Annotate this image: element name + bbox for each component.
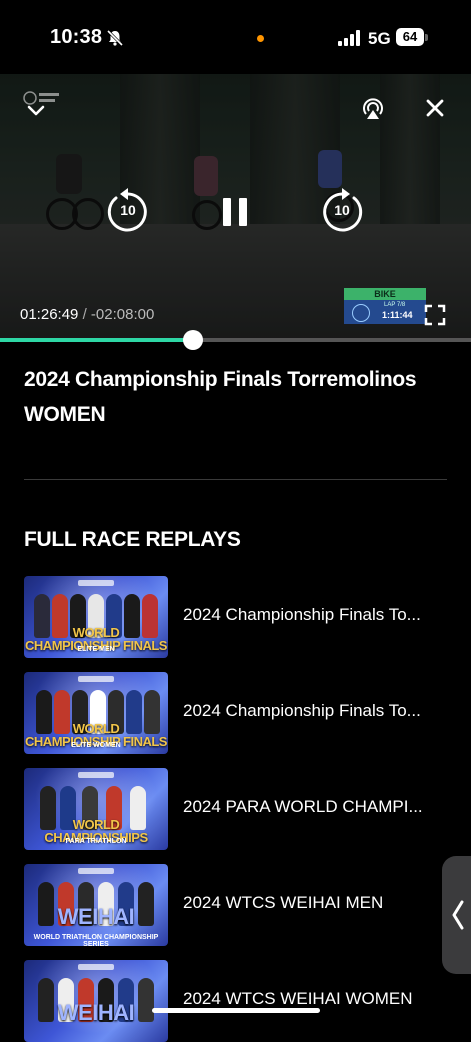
home-indicator[interactable] — [152, 1008, 320, 1013]
signal-icon — [338, 30, 360, 46]
thumbnail-subtitle: WORLD TRIATHLON CHAMPIONSHIP SERIES — [33, 934, 159, 946]
current-time: 01:26:49 — [20, 306, 79, 323]
race-lap: LAP 7/8 — [384, 302, 406, 308]
list-item[interactable]: WORLD CHAMPIONSHIPS PARA TRIATHLON 2024 … — [0, 768, 471, 850]
network-type: 5G — [368, 29, 391, 48]
replay-title[interactable]: 2024 WTCS WEIHAI MEN — [183, 893, 445, 913]
replay-title[interactable]: 2024 Championship Finals To... — [183, 605, 445, 625]
airplay-icon[interactable] — [360, 96, 386, 122]
replay-title[interactable]: 2024 WTCS WEIHAI WOMEN — [183, 989, 445, 1009]
replay-thumbnail[interactable]: WORLD CHAMPIONSHIP FINALS ELITE WOMEN — [24, 672, 168, 754]
thumbnail-title: WEIHAI — [57, 904, 135, 929]
time-separator: / — [82, 306, 87, 323]
pause-icon[interactable] — [219, 196, 251, 228]
remaining-time: -02:08:00 — [90, 306, 155, 323]
rewind-seconds-label: 10 — [120, 202, 136, 218]
bell-slash-icon — [106, 29, 124, 47]
replay-title[interactable]: 2024 Championship Finals To... — [183, 701, 445, 721]
thumbnail-subtitle: PARA TRIATHLON — [65, 838, 127, 845]
thumbnail-logo — [78, 676, 114, 682]
thumbnail-logo — [78, 772, 114, 778]
thumbnail-subtitle: ELITE WOMEN — [71, 742, 121, 749]
section-heading: FULL RACE REPLAYS — [24, 528, 241, 551]
video-title: 2024 Championship Finals Torremolinos WO… — [24, 368, 417, 426]
bike-icon — [352, 304, 370, 322]
thumbnail-logo — [78, 580, 114, 586]
thumbnail-logo — [78, 964, 114, 970]
forward-seconds-label: 10 — [334, 202, 350, 218]
forward-10-button[interactable]: 10 — [318, 184, 366, 236]
thumbnail-subtitle: ELITE MEN — [77, 646, 115, 653]
list-item[interactable]: WEIHAI WORLD TRIATHLON CHAMPIONSHIP SERI… — [0, 864, 471, 946]
list-item[interactable]: WEIHAI 2024 WTCS WEIHAI WOMEN — [0, 960, 471, 1042]
side-panel-handle[interactable] — [442, 856, 471, 974]
privacy-indicator-dot — [257, 35, 264, 42]
list-item[interactable]: WORLD CHAMPIONSHIP FINALS ELITE MEN 2024… — [0, 576, 471, 658]
timecodes: 01:26:49 / -02:08:00 — [20, 306, 154, 323]
replay-thumbnail[interactable]: WEIHAI — [24, 960, 168, 1042]
race-lap-time: 1:11:44 — [382, 310, 413, 320]
battery-icon: 64 — [396, 28, 424, 46]
chevron-down-icon[interactable] — [24, 98, 48, 122]
replay-thumbnail[interactable]: WEIHAI WORLD TRIATHLON CHAMPIONSHIP SERI… — [24, 864, 168, 946]
list-item[interactable]: WORLD CHAMPIONSHIP FINALS ELITE WOMEN 20… — [0, 672, 471, 754]
progress-fill — [0, 338, 194, 342]
status-bar: 10:38 5G 64 — [0, 0, 471, 74]
video-player[interactable]: 10 10 BIKE LAP 7/8 1:11:44 01:26:49 / -0… — [0, 74, 471, 340]
progress-scrubber[interactable] — [183, 330, 204, 350]
replay-title[interactable]: 2024 PARA WORLD CHAMPI... — [183, 797, 445, 817]
battery-tip — [425, 34, 428, 41]
close-icon[interactable] — [423, 96, 447, 120]
thumbnail-logo — [78, 868, 114, 874]
replay-thumbnail[interactable]: WORLD CHAMPIONSHIP FINALS ELITE MEN — [24, 576, 168, 658]
rewind-10-button[interactable]: 10 — [104, 184, 152, 236]
race-discipline: BIKE — [344, 288, 426, 300]
divider — [24, 479, 447, 480]
fullscreen-icon[interactable] — [424, 304, 446, 326]
chevron-left-icon — [452, 900, 464, 930]
status-time: 10:38 — [50, 26, 103, 48]
thumbnail-title: WEIHAI — [57, 1000, 135, 1025]
race-lap-overlay: BIKE LAP 7/8 1:11:44 — [344, 288, 426, 324]
replay-thumbnail[interactable]: WORLD CHAMPIONSHIPS PARA TRIATHLON — [24, 768, 168, 850]
